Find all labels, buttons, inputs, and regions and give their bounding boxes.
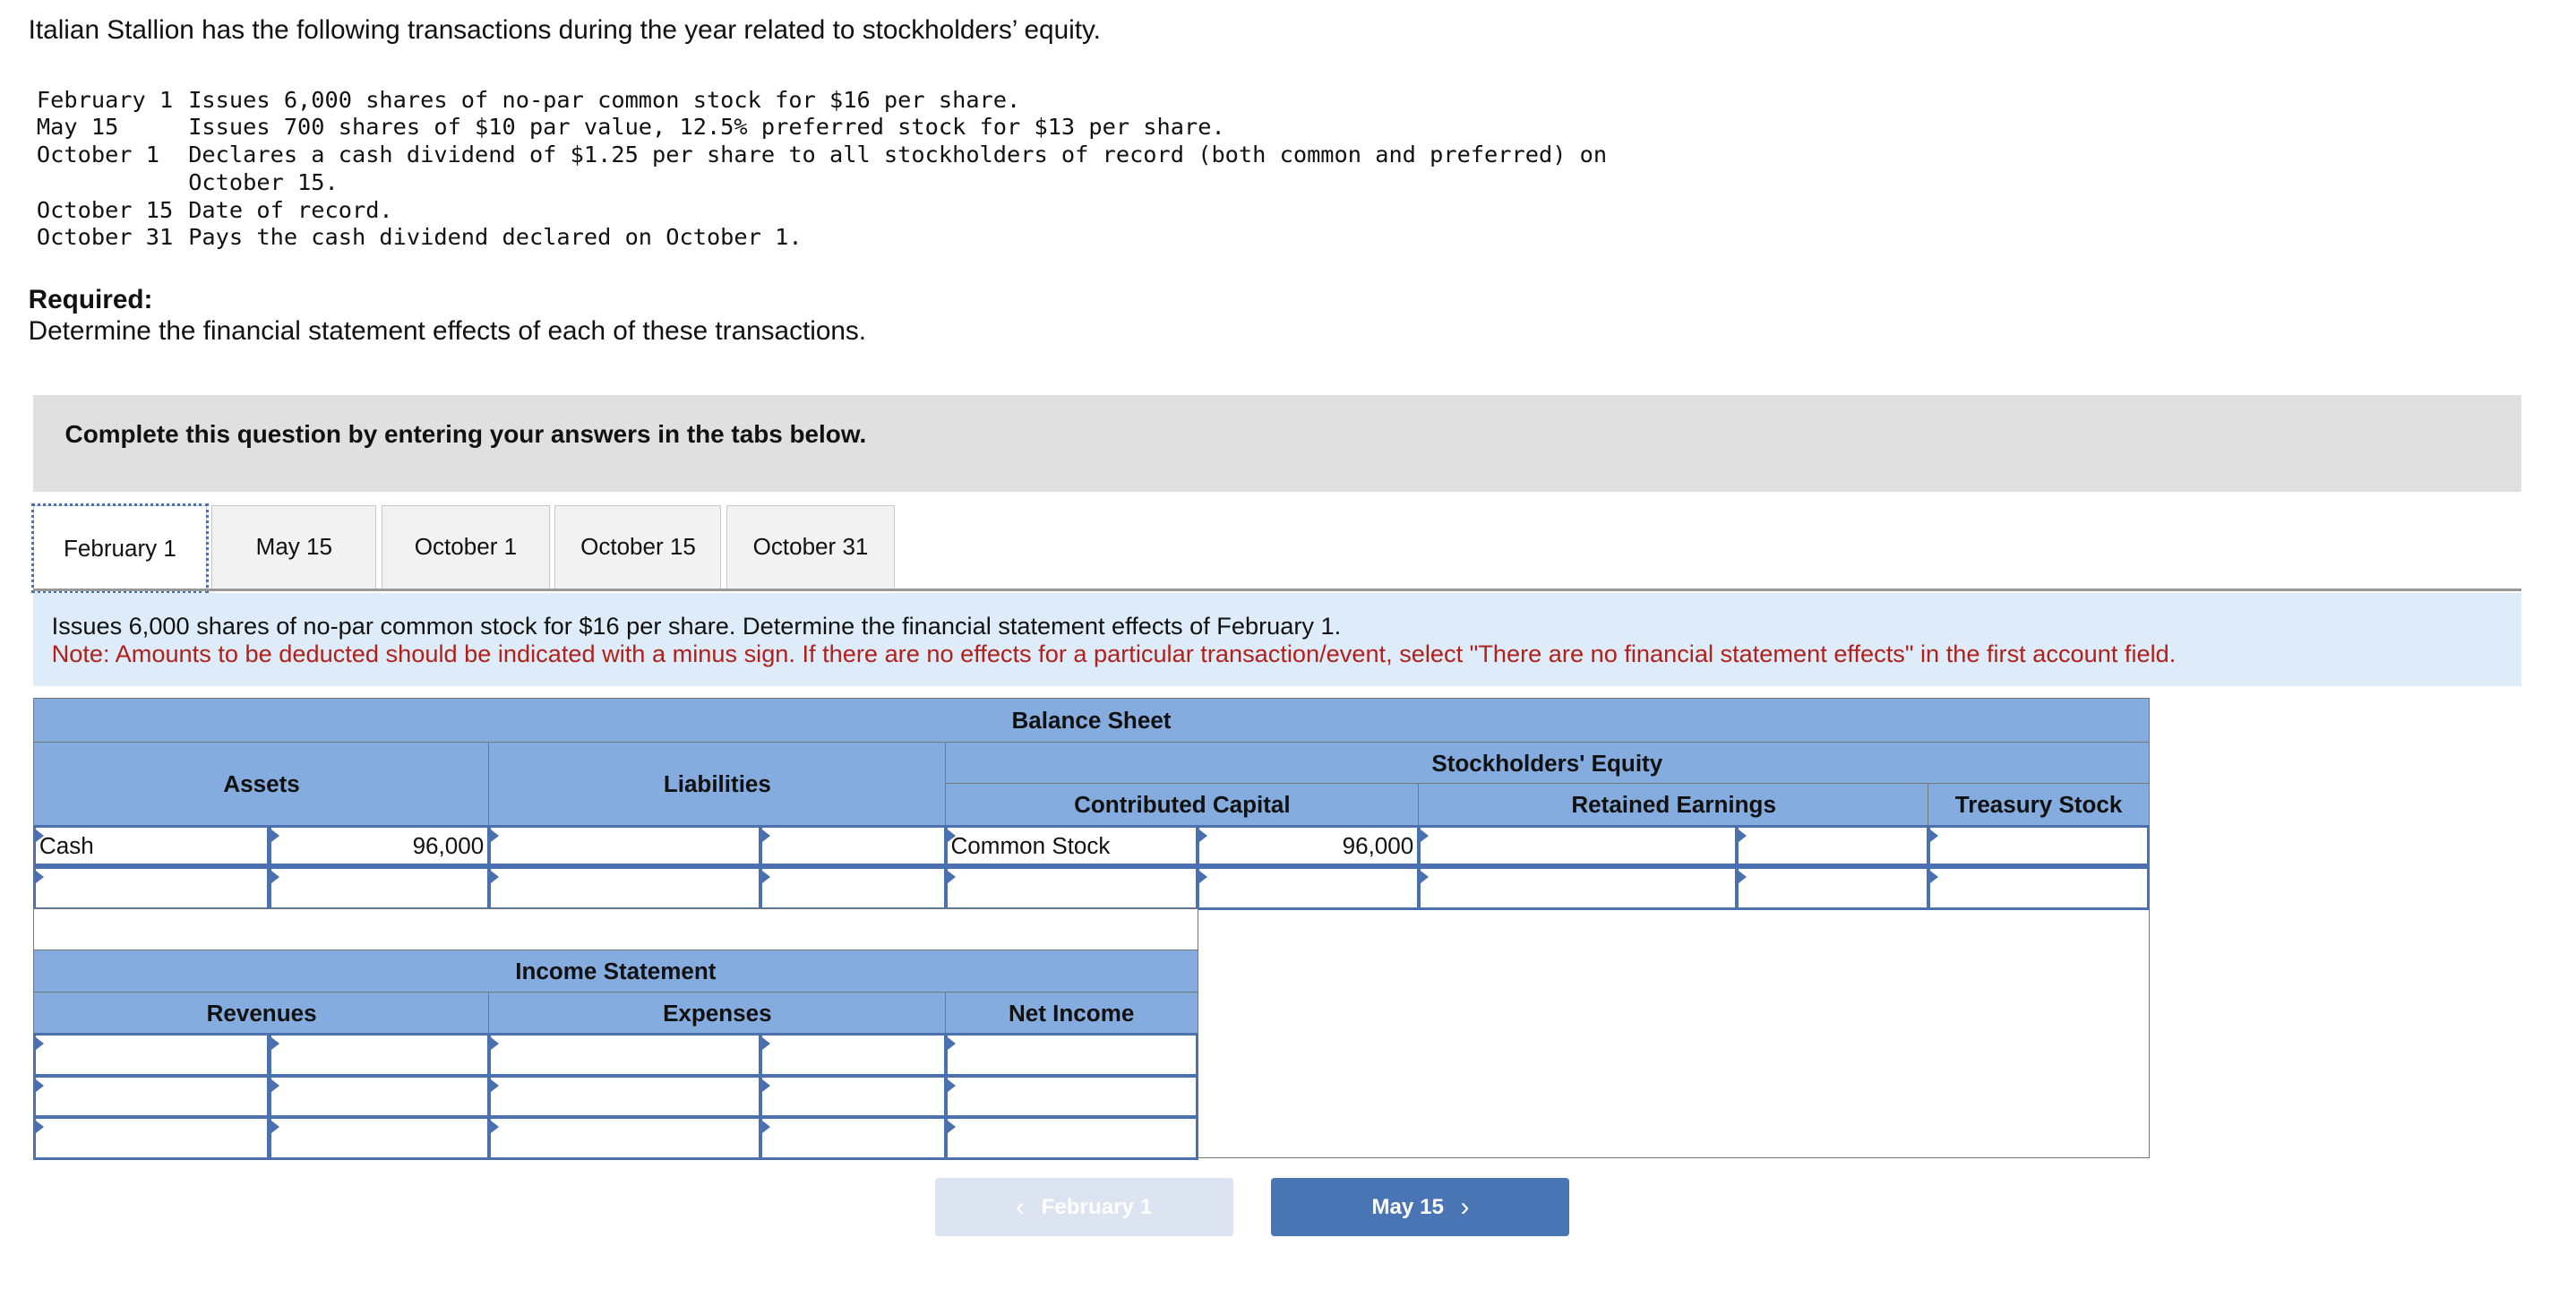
transaction-row: October 1 Declares a cash dividend of $1.… [37, 142, 1607, 169]
required-label: Required: [28, 285, 153, 315]
transaction-date: October 15 [36, 196, 174, 223]
net-income-header: Net Income [944, 991, 1198, 1036]
transaction-row: October 15. [37, 169, 339, 197]
retained-earnings-amount-input[interactable] [1736, 866, 1930, 910]
transaction-row: February 1 Issues 6,000 shares of no-par … [37, 87, 1020, 115]
previous-tab-label: February 1 [1041, 1194, 1153, 1219]
transaction-date: May 15 [36, 114, 119, 141]
tab-february-1[interactable]: February 1 [32, 503, 208, 593]
transaction-date: February 1 [36, 86, 174, 113]
balance-sheet-header: Balance Sheet [33, 698, 2150, 743]
asset-account-select[interactable]: Cash [33, 824, 270, 867]
transaction-row: October 31 Pays the cash dividend declare… [37, 224, 803, 252]
revenue-amount-input[interactable] [268, 1116, 490, 1160]
expense-account-select[interactable] [488, 1116, 762, 1160]
contributed-capital-header: Contributed Capital [944, 783, 1420, 827]
revenue-account-select[interactable] [33, 1033, 270, 1077]
expense-amount-input[interactable] [760, 1116, 947, 1160]
next-tab-button[interactable]: May 15 › [1271, 1178, 1570, 1237]
treasury-stock-amount-input[interactable] [1928, 866, 2150, 910]
retained-earnings-header: Retained Earnings [1418, 783, 1930, 827]
problem-intro: Italian Stallion has the following trans… [28, 14, 1101, 45]
tab-may-15[interactable]: May 15 [211, 504, 377, 589]
net-income-input[interactable] [944, 1074, 1198, 1119]
expense-amount-input[interactable] [760, 1074, 947, 1119]
transaction-date: October 1 [36, 142, 159, 168]
retained-earnings-amount-input[interactable] [1736, 824, 1930, 867]
transaction-text: Issues 700 shares of $10 par value, 12.5… [188, 114, 1225, 141]
required-text: Determine the financial statement effect… [28, 316, 867, 347]
expense-account-select[interactable] [488, 1033, 762, 1077]
transaction-text: October 15. [188, 168, 339, 195]
tab-october-1[interactable]: October 1 [382, 504, 550, 589]
liability-amount-input[interactable] [760, 824, 947, 867]
liabilities-header: Liabilities [488, 741, 947, 827]
liability-amount-input[interactable] [760, 866, 947, 910]
income-statement-header: Income Statement [33, 950, 1198, 993]
revenues-header: Revenues [33, 991, 490, 1036]
spacer-row [33, 907, 1198, 952]
revenue-account-select[interactable] [33, 1116, 270, 1160]
transaction-row: May 15 Issues 700 shares of $10 par value… [37, 114, 1225, 142]
asset-account-select[interactable] [33, 866, 270, 910]
tab-october-15[interactable]: October 15 [554, 504, 722, 589]
transaction-text: Date of record. [188, 196, 393, 223]
transaction-date: October 31 [36, 224, 174, 251]
treasury-stock-amount-input[interactable] [1928, 824, 2150, 867]
asset-amount-input[interactable]: 96,000 [268, 824, 490, 867]
net-income-input[interactable] [944, 1116, 1198, 1160]
contributed-capital-account-select[interactable] [944, 866, 1198, 910]
chevron-right-icon: › [1460, 1191, 1470, 1222]
liability-account-select[interactable] [488, 866, 762, 910]
transaction-text: Pays the cash dividend declared on Octob… [188, 224, 803, 251]
note-text: Note: Amounts to be deducted should be i… [51, 640, 2177, 668]
tab-october-31[interactable]: October 31 [726, 504, 895, 589]
stockholders-equity-header: Stockholders' Equity [944, 741, 2150, 786]
transaction-text: Declares a cash dividend of $1.25 per sh… [188, 142, 1608, 168]
retained-earnings-account-select[interactable] [1418, 824, 1739, 867]
expense-amount-input[interactable] [760, 1033, 947, 1077]
asset-amount-input[interactable] [268, 866, 490, 910]
contributed-capital-amount-input[interactable]: 96,000 [1196, 824, 1420, 867]
retained-earnings-account-select[interactable] [1418, 866, 1739, 910]
transaction-row: October 15 Date of record. [37, 197, 393, 225]
liability-account-select[interactable] [488, 824, 762, 867]
question-panel: Issues 6,000 shares of no-par common sto… [33, 593, 2521, 687]
instruction-banner: Complete this question by entering your … [33, 394, 2521, 492]
expenses-header: Expenses [488, 991, 947, 1036]
question-text: Issues 6,000 shares of no-par common sto… [51, 611, 1342, 640]
revenue-amount-input[interactable] [268, 1074, 490, 1119]
revenue-account-select[interactable] [33, 1074, 270, 1119]
assets-header: Assets [33, 741, 490, 827]
revenue-amount-input[interactable] [268, 1033, 490, 1077]
instruction-text: Complete this question by entering your … [64, 419, 867, 448]
contributed-capital-account-select[interactable]: Common Stock [944, 824, 1198, 867]
treasury-stock-header: Treasury Stock [1928, 783, 2150, 827]
net-income-input[interactable] [944, 1033, 1198, 1077]
transaction-text: Issues 6,000 shares of no-par common sto… [188, 86, 1021, 113]
chevron-left-icon: ‹ [1016, 1191, 1025, 1222]
previous-tab-button[interactable]: ‹ February 1 [934, 1178, 1233, 1237]
next-tab-label: May 15 [1371, 1194, 1444, 1219]
tab-divider [33, 588, 2521, 592]
expense-account-select[interactable] [488, 1074, 762, 1119]
contributed-capital-amount-input[interactable] [1196, 866, 1420, 910]
